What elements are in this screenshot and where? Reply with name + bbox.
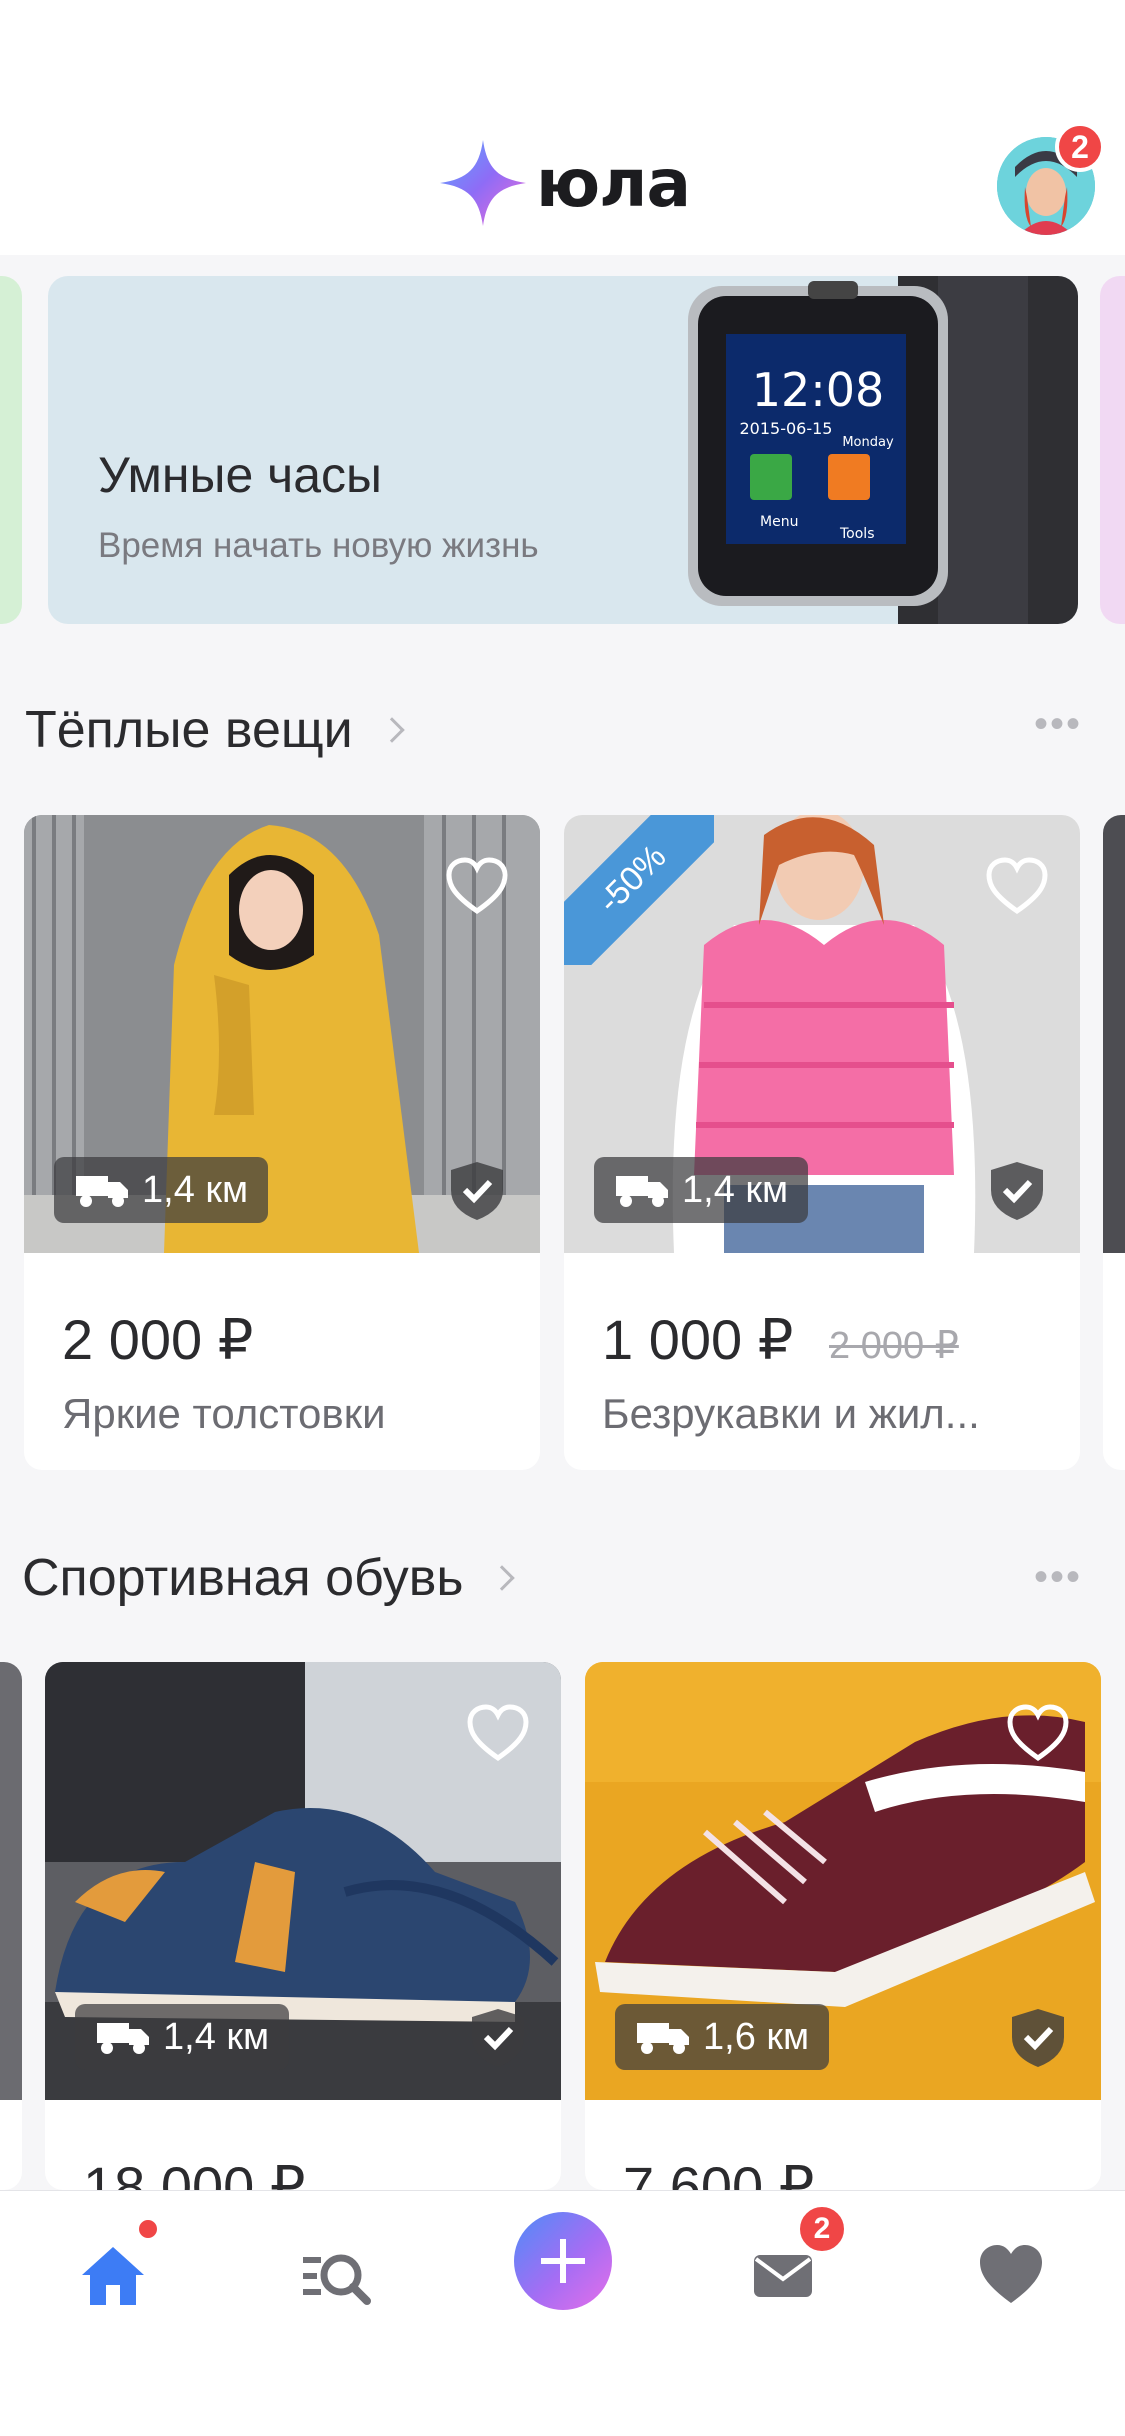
app-header: юла 2 — [0, 0, 1125, 255]
smartwatch-image: 12:08 2015-06-15 Monday Menu Tools — [688, 276, 1078, 624]
delivery-truck-icon — [637, 2023, 689, 2054]
promo-banner[interactable]: Умные часы Время начать новую жизнь 12:0… — [48, 276, 1078, 624]
banner-peek-next[interactable] — [1100, 276, 1125, 624]
heart-outline-icon[interactable] — [444, 855, 510, 921]
product-card-peek[interactable] — [0, 1662, 22, 2190]
verified-shield-icon — [1012, 2009, 1064, 2067]
discount-label: -50% — [564, 815, 714, 965]
avatar-notification-badge: 2 — [1055, 122, 1105, 172]
tab-search[interactable] — [281, 2221, 391, 2331]
product-card[interactable]: 1,6 км 7 600 ₽ — [585, 1662, 1101, 2190]
distance-badge: 1,4 км — [54, 1157, 269, 1223]
heart-outline-icon[interactable] — [984, 855, 1050, 921]
distance-text: 1,6 км — [703, 2015, 810, 2058]
heart-outline-icon[interactable] — [1005, 1702, 1071, 1768]
distance-badge: 1,6 км — [615, 2004, 830, 2070]
chevron-right-icon — [378, 717, 405, 743]
distance-badge: 1,4 км — [75, 2004, 290, 2070]
plus-icon — [541, 2239, 585, 2283]
discount-ribbon: -50% — [564, 815, 714, 965]
distance-text: 1,4 км — [163, 2015, 270, 2058]
heart-icon — [980, 2245, 1042, 2303]
product-card-peek[interactable] — [1103, 815, 1125, 1470]
chevron-right-icon — [489, 1565, 516, 1591]
watch-date: 2015-06-15 — [740, 419, 833, 438]
watch-menu-label: Menu — [760, 514, 798, 530]
verified-shield-icon — [451, 1162, 503, 1220]
watch-time: 12:08 — [752, 363, 885, 417]
more-options-icon[interactable]: ••• — [1034, 1555, 1082, 1600]
product-name: Безрукавки и жил... — [602, 1390, 980, 1437]
product-old-price: 2 000 ₽ — [829, 1325, 959, 1367]
product-price: 7 600 ₽ — [623, 2155, 815, 2190]
banner-subtitle: Время начать новую жизнь — [98, 526, 539, 565]
product-card[interactable]: 1,4 км 2 000 ₽ Яркие толстовки — [24, 815, 540, 1470]
star-logo-icon — [440, 140, 526, 226]
section-title-label: Тёплые вещи — [25, 701, 353, 759]
logo[interactable]: юла — [438, 138, 691, 228]
product-card[interactable]: -50% 1,4 км 1 000 ₽ 2 000 ₽ Безрукавки и… — [564, 815, 1080, 1470]
product-price: 2 000 ₽ — [62, 1308, 254, 1371]
search-list-icon — [303, 2254, 371, 2305]
distance-text: 1,4 км — [142, 1168, 249, 1211]
watch-tools-label: Tools — [839, 526, 875, 542]
delivery-truck-icon — [76, 1176, 128, 1207]
delivery-truck-icon — [97, 2023, 149, 2054]
add-listing-button[interactable] — [514, 2212, 612, 2310]
verified-shield-icon — [991, 1162, 1043, 1220]
banner-title: Умные часы — [98, 447, 382, 503]
heart-outline-icon[interactable] — [465, 1702, 531, 1768]
watch-day: Monday — [842, 435, 894, 450]
distance-text: 1,4 км — [682, 1168, 789, 1211]
section-title-sport-shoes[interactable]: Спортивная обувь — [22, 1548, 516, 1608]
product-price: 1 000 ₽ — [602, 1308, 794, 1371]
section-title-label: Спортивная обувь — [22, 1549, 464, 1607]
more-options-icon[interactable]: ••• — [1034, 702, 1082, 747]
delivery-truck-icon — [616, 1176, 668, 1207]
tab-favorites[interactable] — [956, 2221, 1066, 2331]
logo-text: юла — [536, 144, 691, 222]
messages-badge: 2 — [796, 2203, 848, 2255]
product-name: Яркие толстовки — [62, 1390, 386, 1437]
verified-shield-icon — [472, 2009, 524, 2067]
product-card[interactable]: 1,4 км 18 000 ₽ — [45, 1662, 561, 2190]
product-price: 18 000 ₽ — [83, 2155, 306, 2190]
banner-peek-previous[interactable] — [0, 276, 22, 624]
mail-icon — [754, 2255, 812, 2297]
home-icon — [82, 2247, 144, 2305]
home-notification-dot — [136, 2217, 160, 2241]
section-title-warm-clothes[interactable]: Тёплые вещи — [25, 700, 405, 760]
distance-badge: 1,4 км — [594, 1157, 809, 1223]
